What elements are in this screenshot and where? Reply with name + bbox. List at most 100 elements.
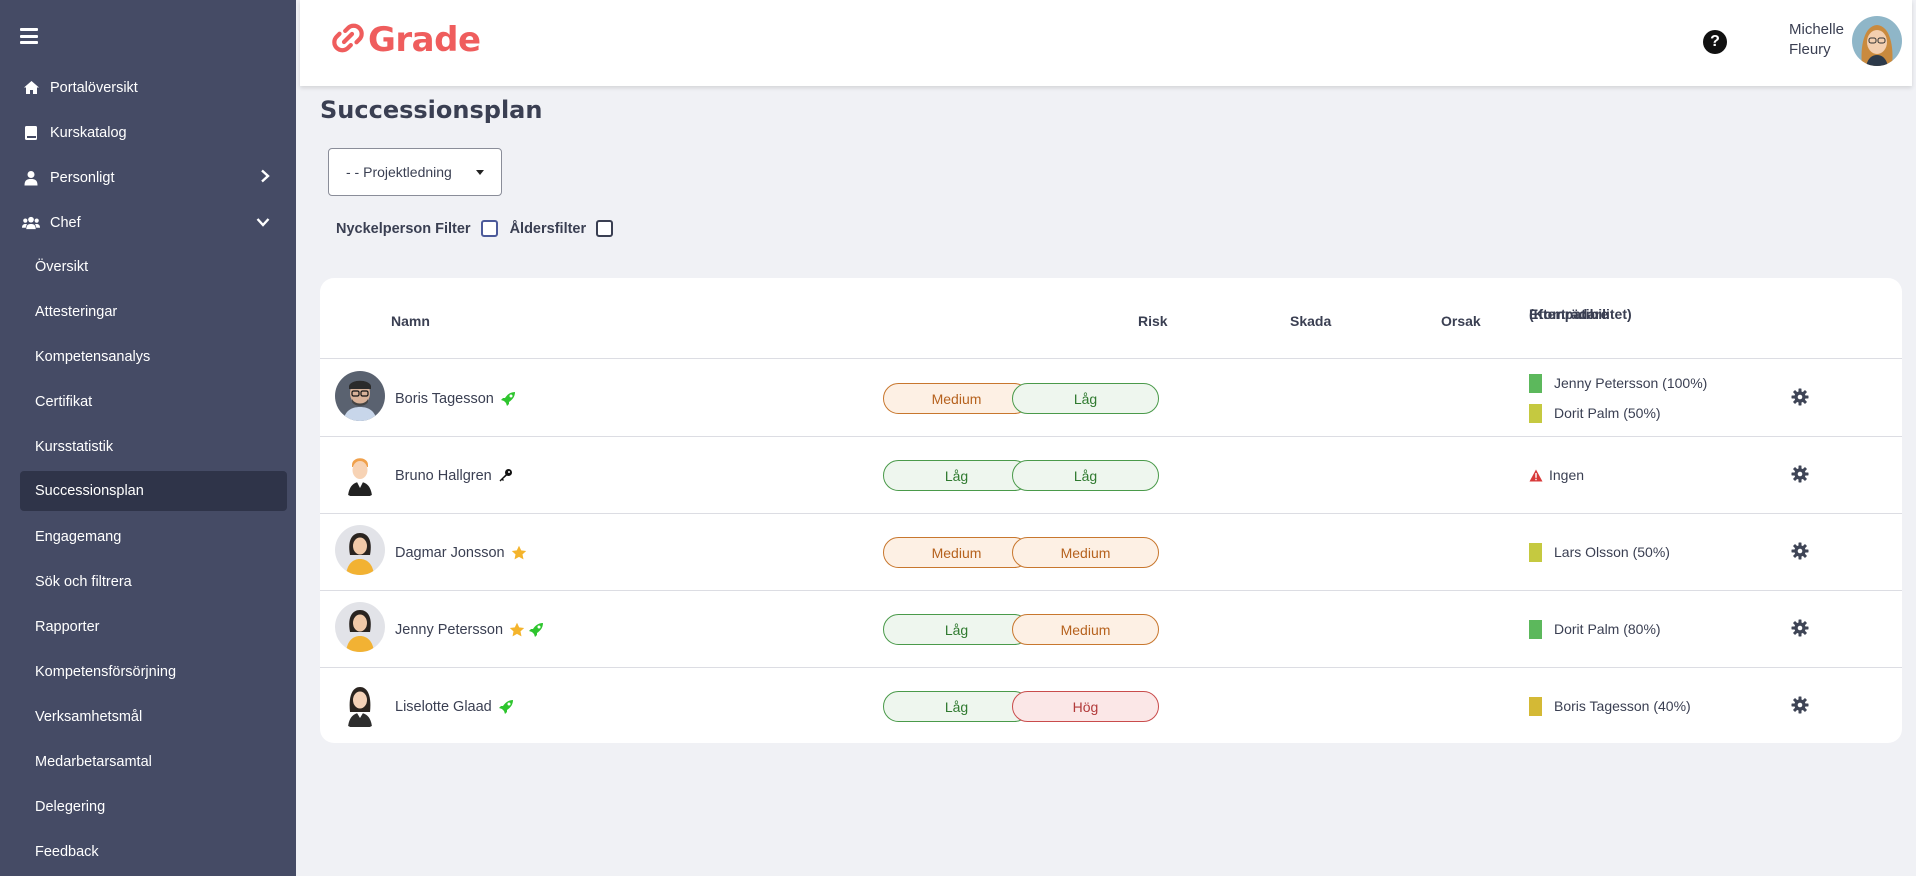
gear-icon[interactable] bbox=[1791, 465, 1809, 488]
damage-badge: Låg bbox=[1012, 460, 1159, 491]
successor-list: Ingen bbox=[1529, 460, 1584, 490]
employee-name[interactable]: Boris Tagesson bbox=[395, 391, 494, 407]
user-name[interactable]: Michelle Fleury bbox=[1789, 20, 1859, 60]
sidebar-item-rapporter[interactable]: Rapporter bbox=[0, 604, 296, 649]
successor-name: Boris Tagesson (40%) bbox=[1554, 698, 1691, 714]
sidebar-item-personligt[interactable]: Personligt bbox=[0, 155, 296, 200]
user-last-name: Fleury bbox=[1789, 41, 1831, 58]
succession-table: Namn Risk Skada Orsak Efterträdare (Komp… bbox=[320, 278, 1902, 743]
sidebar-item-oversikt[interactable]: Översikt bbox=[0, 244, 296, 289]
gear-icon[interactable] bbox=[1791, 696, 1809, 719]
successor-item[interactable]: Jenny Petersson (100%) bbox=[1529, 368, 1707, 398]
successor-item[interactable]: Dorit Palm (50%) bbox=[1529, 398, 1707, 428]
sidebar-item-feedback[interactable]: Feedback bbox=[0, 829, 296, 874]
header-reason[interactable]: Orsak bbox=[1441, 313, 1481, 329]
successor-name: Dorit Palm (80%) bbox=[1554, 621, 1661, 637]
sidebar-item-successionsplan[interactable]: Successionsplan bbox=[20, 471, 287, 511]
star-icon bbox=[511, 545, 527, 561]
table-row[interactable]: Jenny Petersson Låg Medium Dorit Palm (8… bbox=[320, 591, 1902, 668]
sidebar-item-kompetensanalys[interactable]: Kompetensanalys bbox=[0, 334, 296, 379]
table-row[interactable]: Liselotte Glaad Låg Hög Boris Tagesson (… bbox=[320, 668, 1902, 745]
sidebar-item-label: Chef bbox=[50, 214, 81, 231]
employee-name[interactable]: Liselotte Glaad bbox=[395, 699, 492, 715]
header-damage[interactable]: Skada bbox=[1290, 313, 1331, 329]
link-logo-icon bbox=[332, 22, 364, 59]
employee-name-cell: Liselotte Glaad bbox=[395, 668, 514, 745]
hamburger-menu-icon[interactable] bbox=[20, 28, 38, 44]
rocket-icon bbox=[528, 622, 544, 638]
project-select-value: - - Projektledning bbox=[346, 164, 452, 180]
sidebar-item-kurskatalog[interactable]: Kurskatalog bbox=[0, 110, 296, 155]
sidebar-item-delegering[interactable]: Delegering bbox=[0, 784, 296, 829]
sidebar-chef-submenu: Översikt Attesteringar Kompetensanalys C… bbox=[0, 244, 296, 874]
damage-badge: Medium bbox=[1012, 537, 1159, 568]
header-successor-line2: (Kompatibilitet) bbox=[1529, 306, 1632, 322]
chevron-down-icon bbox=[256, 215, 270, 231]
successor-name: Dorit Palm (50%) bbox=[1554, 405, 1661, 421]
grade-logo[interactable]: Grade bbox=[332, 20, 481, 60]
page-title: Successionsplan bbox=[320, 96, 543, 124]
compatibility-bar bbox=[1529, 696, 1542, 716]
star-icon bbox=[509, 622, 525, 638]
user-first-name: Michelle bbox=[1789, 21, 1845, 38]
caret-down-icon bbox=[476, 170, 484, 175]
employee-name[interactable]: Dagmar Jonsson bbox=[395, 545, 505, 561]
employee-name-cell: Dagmar Jonsson bbox=[395, 514, 527, 591]
employee-name-cell: Jenny Petersson bbox=[395, 591, 544, 668]
warning-icon bbox=[1529, 469, 1543, 482]
sidebar: Portalöversikt Kurskatalog Personligt Ch… bbox=[0, 0, 296, 876]
key-person-filter-checkbox[interactable] bbox=[480, 220, 498, 237]
risk-badge: Låg bbox=[883, 614, 1030, 645]
successor-name: Ingen bbox=[1549, 467, 1585, 483]
successor-list: Boris Tagesson (40%) bbox=[1529, 691, 1691, 721]
sidebar-item-sok-och-filtrera[interactable]: Sök och filtrera bbox=[0, 559, 296, 604]
sidebar-item-attesteringar[interactable]: Attesteringar bbox=[0, 289, 296, 334]
employee-name-cell: Boris Tagesson bbox=[395, 360, 516, 437]
sidebar-item-medarbetarsamtal[interactable]: Medarbetarsamtal bbox=[0, 739, 296, 784]
sidebar-item-kompetensforsorjning[interactable]: Kompetensförsörjning bbox=[0, 649, 296, 694]
age-filter-label: Åldersfilter bbox=[509, 220, 587, 237]
compatibility-bar bbox=[1529, 619, 1542, 639]
sidebar-item-chef[interactable]: Chef bbox=[0, 200, 296, 245]
user-icon bbox=[22, 170, 40, 186]
successor-item[interactable]: Lars Olsson (50%) bbox=[1529, 537, 1670, 567]
user-avatar[interactable] bbox=[1852, 16, 1902, 66]
successor-item[interactable]: Dorit Palm (80%) bbox=[1529, 614, 1661, 644]
table-row[interactable]: Boris Tagesson Medium Låg Jenny Petersso… bbox=[320, 360, 1902, 437]
users-icon bbox=[22, 215, 40, 231]
sidebar-item-engagemang[interactable]: Engagemang bbox=[0, 514, 296, 559]
book-icon bbox=[22, 125, 40, 141]
table-row[interactable]: Dagmar Jonsson Medium Medium Lars Olsson… bbox=[320, 514, 1902, 591]
successor-list: Jenny Petersson (100%) Dorit Palm (50%) bbox=[1529, 368, 1707, 428]
employee-name[interactable]: Bruno Hallgren bbox=[395, 468, 492, 484]
successor-list: Lars Olsson (50%) bbox=[1529, 537, 1670, 567]
employee-name[interactable]: Jenny Petersson bbox=[395, 622, 503, 638]
filter-row: Nyckelperson Filter Åldersfilter bbox=[336, 220, 625, 237]
gear-icon[interactable] bbox=[1791, 542, 1809, 565]
damage-badge: Låg bbox=[1012, 383, 1159, 414]
header-name[interactable]: Namn bbox=[391, 313, 430, 329]
successor-name: Lars Olsson (50%) bbox=[1554, 544, 1670, 560]
successor-item[interactable]: Boris Tagesson (40%) bbox=[1529, 691, 1691, 721]
gear-icon[interactable] bbox=[1791, 388, 1809, 411]
age-filter-checkbox[interactable] bbox=[596, 220, 614, 237]
avatar bbox=[335, 525, 385, 575]
sidebar-item-label: Kurskatalog bbox=[50, 124, 127, 141]
sidebar-item-verksamhetsmal[interactable]: Verksamhetsmål bbox=[0, 694, 296, 739]
sidebar-item-label: Portalöversikt bbox=[50, 79, 138, 96]
sidebar-item-label: Personligt bbox=[50, 169, 115, 186]
avatar bbox=[335, 371, 385, 421]
avatar bbox=[335, 602, 385, 652]
sidebar-item-certifikat[interactable]: Certifikat bbox=[0, 379, 296, 424]
table-row[interactable]: Bruno Hallgren Låg Låg Ingen bbox=[320, 437, 1902, 514]
avatar bbox=[335, 448, 385, 498]
sidebar-item-kursstatistik[interactable]: Kursstatistik bbox=[0, 424, 296, 469]
risk-badge: Medium bbox=[883, 537, 1030, 568]
key-person-filter-label: Nyckelperson Filter bbox=[336, 220, 471, 237]
project-select[interactable]: - - Projektledning bbox=[328, 148, 502, 196]
help-icon[interactable]: ? bbox=[1703, 30, 1727, 54]
sidebar-item-portaloversikt[interactable]: Portalöversikt bbox=[0, 65, 296, 110]
gear-icon[interactable] bbox=[1791, 619, 1809, 642]
successor-name: Jenny Petersson (100%) bbox=[1554, 375, 1708, 391]
header-risk[interactable]: Risk bbox=[1138, 313, 1168, 329]
